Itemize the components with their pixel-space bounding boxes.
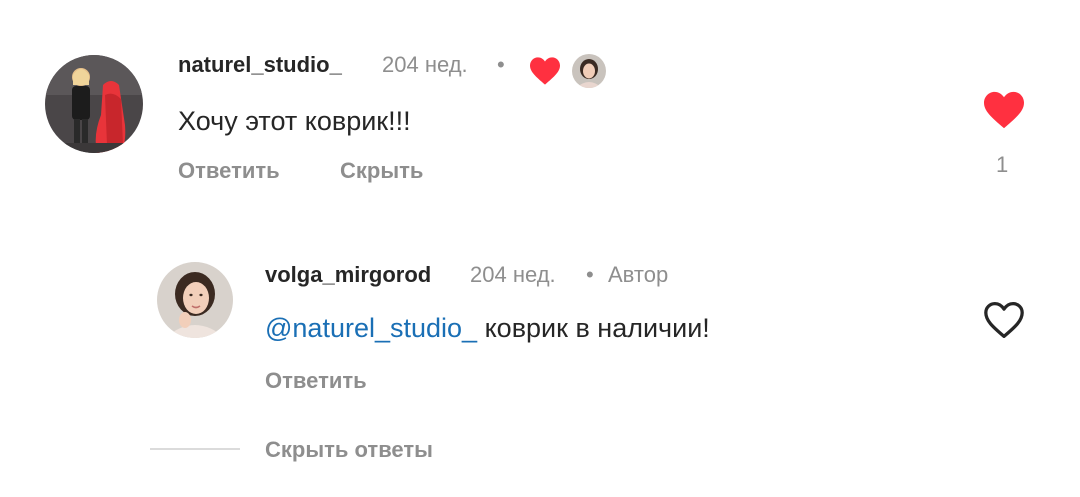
reply-reply-button[interactable]: Ответить xyxy=(265,368,367,394)
heart-outline-icon xyxy=(984,302,1024,338)
avatar-volga-mirgorod[interactable] xyxy=(157,262,233,338)
reply-mention-link[interactable]: @naturel_studio_ xyxy=(265,313,477,343)
author-mini-avatar xyxy=(572,54,606,88)
heart-filled-icon xyxy=(984,91,1024,129)
comment-reply-button[interactable]: Ответить xyxy=(178,158,280,184)
reply-like-button[interactable] xyxy=(982,300,1026,340)
replies-divider xyxy=(150,448,240,450)
hide-replies-button[interactable]: Скрыть ответы xyxy=(265,437,433,463)
comment-separator: • xyxy=(497,52,505,77)
author-badge: Автор xyxy=(608,262,669,287)
reply-username[interactable]: volga_mirgorod xyxy=(265,262,431,288)
reply-time: 204 нед. xyxy=(470,262,556,287)
reply-text-line: @naturel_studio_ коврик в наличии! xyxy=(265,313,710,344)
reply-text: коврик в наличии! xyxy=(484,313,710,343)
comment-username[interactable]: naturel_studio_ xyxy=(178,52,342,78)
comment-like-button[interactable] xyxy=(982,90,1026,130)
liked-by-author-heart-icon xyxy=(528,56,562,86)
comment-time: 204 нед. xyxy=(382,52,468,77)
comment-like-count: 1 xyxy=(996,152,1009,177)
avatar-naturel-studio[interactable] xyxy=(45,55,143,153)
comment-text: Хочу этот коврик!!! xyxy=(178,106,411,136)
comment-hide-button[interactable]: Скрыть xyxy=(340,158,423,184)
reply-separator: • xyxy=(586,262,594,287)
